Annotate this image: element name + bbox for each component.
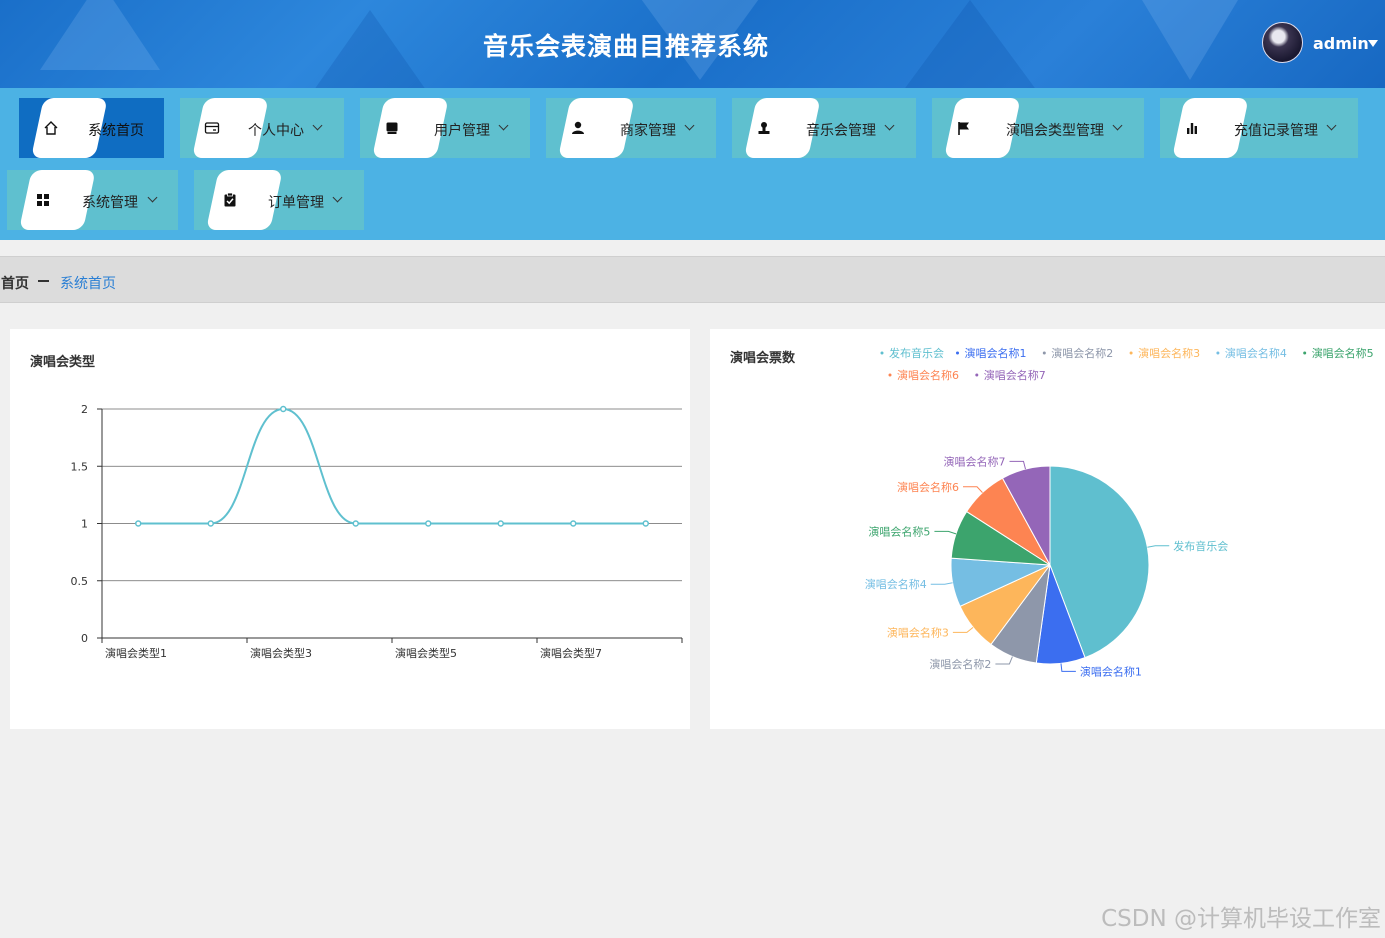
nav-item-label: 系统管理	[82, 195, 138, 211]
watermark: CSDN @计算机毕设工作室	[1101, 906, 1381, 932]
legend-marker	[1216, 351, 1220, 355]
label-leader	[1147, 545, 1170, 548]
stamp-icon	[732, 98, 796, 158]
breadcrumb-current: 系统首页	[60, 276, 116, 292]
label-leader	[952, 626, 974, 633]
legend-marker	[888, 373, 892, 377]
y-tick-label: 0	[81, 632, 88, 645]
line-chart: 0 0.5 1 1.5 2 演唱会类型1 演唱会类型3 演唱会类型5 演唱会类型7	[71, 403, 683, 660]
data-point	[207, 520, 214, 527]
legend-item: 演唱会名称4	[1225, 346, 1287, 360]
y-tick-label: 2	[81, 403, 88, 416]
legend-item: 演唱会名称7	[984, 368, 1046, 382]
legend-marker	[880, 351, 884, 355]
slice-label: 演唱会名称7	[944, 454, 1006, 468]
slice-label: 发布音乐会	[1173, 539, 1228, 553]
nav-item-user-management[interactable]: 用户管理	[360, 98, 530, 158]
nav-item-label: 系统首页	[88, 123, 144, 139]
nav-item-concert-management[interactable]: 音乐会管理	[732, 98, 916, 158]
concert-type-chart-panel: 演唱会类型 0 0.5 1 1.5 2 演唱会类型1 演唱会类型3 演唱会类型5 演唱会类型7	[10, 329, 690, 729]
nav-item-label: 演唱会类型管理	[1006, 123, 1104, 139]
grid-icon	[7, 170, 71, 230]
nav-item-concert-type-management[interactable]: 演唱会类型管理	[932, 98, 1144, 158]
chevron-down-icon	[1326, 120, 1337, 131]
label-leader	[934, 530, 957, 535]
legend-item: 演唱会名称2	[1051, 346, 1113, 360]
chevron-down-icon	[332, 192, 343, 203]
data-point	[352, 520, 359, 527]
top-header: 音乐会表演曲目推荐系统 admin	[0, 0, 1385, 88]
legend-marker	[956, 351, 959, 355]
data-point	[642, 520, 649, 527]
nav-item-order-management[interactable]: 订单管理	[194, 170, 364, 230]
person-icon	[546, 98, 610, 158]
nav-item-recharge-record-management[interactable]: 充值记录管理	[1160, 98, 1358, 158]
breadcrumb-separator	[38, 280, 49, 282]
legend-item: 演唱会名称5	[1312, 346, 1374, 360]
legend-item: 演唱会名称6	[897, 368, 959, 382]
slice-label: 演唱会名称6	[897, 480, 959, 494]
data-point	[135, 520, 142, 527]
label-leader	[995, 656, 1013, 665]
legend-marker	[1129, 351, 1133, 355]
slice-label: 演唱会名称3	[887, 625, 949, 639]
y-tick-label: 1	[81, 518, 88, 531]
x-tick-label: 演唱会类型1	[105, 646, 167, 660]
label-leader	[930, 582, 953, 585]
clipboard-icon	[194, 170, 258, 230]
data-point	[280, 405, 287, 413]
y-tick-label: 0.5	[71, 575, 89, 588]
legend-marker	[1042, 351, 1046, 355]
user-box-icon	[360, 98, 424, 158]
nav-item-label: 用户管理	[434, 123, 490, 139]
user-name[interactable]: admin	[1313, 34, 1369, 53]
nav-item-label: 商家管理	[620, 123, 676, 139]
y-tick-label: 1.5	[71, 460, 89, 473]
nav-item-system-management[interactable]: 系统管理	[7, 170, 178, 230]
nav-item-personal-center[interactable]: 个人中心	[180, 98, 344, 158]
wallet-icon	[180, 98, 244, 158]
data-point	[497, 520, 504, 527]
slice-label: 演唱会名称5	[868, 524, 930, 538]
nav-item-label: 音乐会管理	[806, 123, 876, 139]
chevron-down-icon	[498, 120, 509, 131]
user-menu-caret-icon[interactable]	[1368, 40, 1378, 47]
nav-item-merchant-management[interactable]: 商家管理	[546, 98, 716, 158]
pie-chart: 发布音乐会 演唱会名称1 演唱会名称2 演唱会名称3 演唱会名称4 演唱会名称5演唱会名称…	[865, 346, 1374, 678]
legend-item: 演唱会名称1	[965, 346, 1027, 360]
home-icon	[19, 98, 83, 158]
chevron-down-icon	[312, 120, 323, 131]
slice-label: 演唱会名称1	[1080, 664, 1142, 678]
nav-item-label: 订单管理	[268, 195, 324, 211]
chevron-down-icon	[884, 120, 895, 131]
bar-chart-icon	[1160, 98, 1224, 158]
breadcrumb: 首页 系统首页	[0, 256, 1385, 303]
chevron-down-icon	[684, 120, 695, 131]
app-title: 音乐会表演曲目推荐系统	[482, 32, 769, 61]
user-avatar[interactable]	[1262, 22, 1303, 63]
concert-ticket-chart-panel: 演唱会票数 发布音乐会 演唱会名称1 演唱会名称2 演唱会名称3 演唱会名称4 演唱会名称…	[710, 329, 1385, 729]
x-tick-label: 演唱会类型5	[395, 646, 457, 660]
label-leader	[1060, 663, 1076, 672]
legend-item: 发布音乐会	[889, 346, 944, 360]
flag-icon	[932, 98, 996, 158]
legend-marker	[1303, 351, 1307, 355]
main-nav: 系统首页 个人中心 用户管理 商家管理 音乐会管理 演唱会类型管理 充值记录管理…	[0, 88, 1385, 240]
x-tick-label: 演唱会类型3	[250, 646, 312, 660]
chevron-down-icon	[1112, 120, 1123, 131]
legend-marker	[975, 373, 979, 377]
label-leader	[963, 486, 983, 493]
label-leader	[1009, 460, 1026, 470]
x-tick-label: 演唱会类型7	[540, 646, 602, 660]
data-point	[425, 520, 432, 527]
chevron-down-icon	[147, 192, 158, 203]
nav-item-label: 充值记录管理	[1234, 123, 1318, 139]
nav-item-label: 个人中心	[248, 123, 304, 139]
slice-label: 演唱会名称2	[929, 657, 991, 671]
legend-item: 演唱会名称3	[1138, 346, 1200, 360]
nav-item-home[interactable]: 系统首页	[19, 98, 164, 158]
data-point	[570, 520, 577, 527]
breadcrumb-home[interactable]: 首页	[1, 273, 29, 293]
slice-label: 演唱会名称4	[865, 577, 927, 591]
